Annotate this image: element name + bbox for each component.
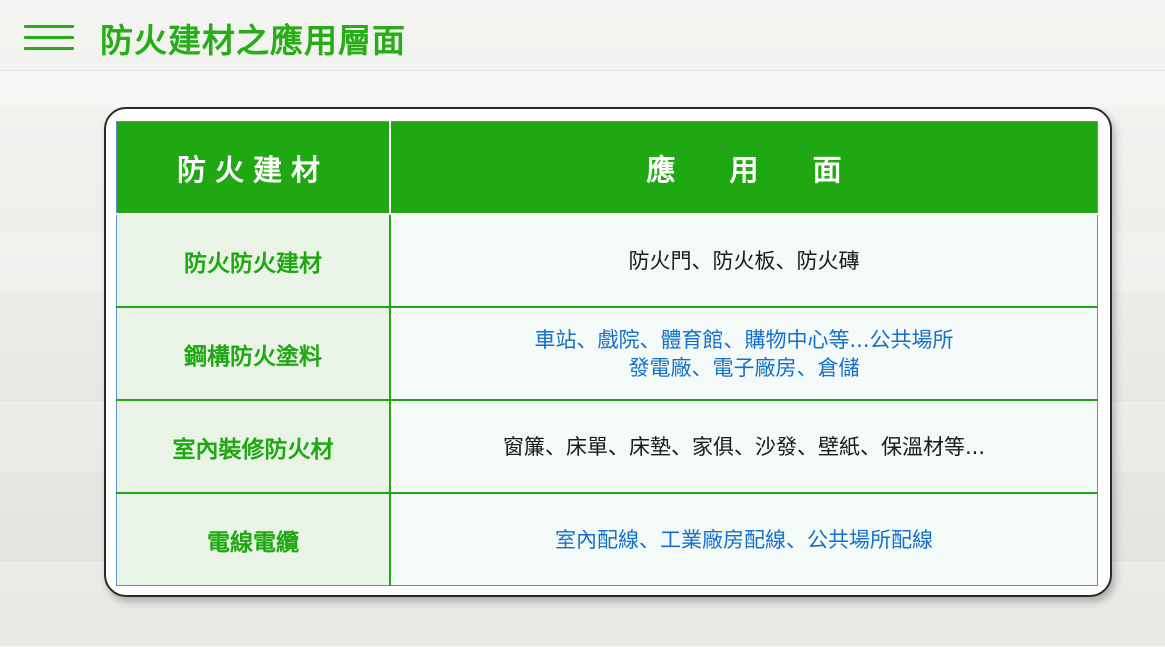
- table-row: 防火防火建材 防火門、防火板、防火磚: [116, 213, 1098, 307]
- application-line: 發電廠、電子廠房、倉儲: [628, 355, 860, 380]
- background-plank: [0, 70, 1165, 107]
- column-header-application-char: 用: [729, 152, 759, 187]
- column-header-material: 防火建材: [116, 121, 391, 214]
- application-line: 車站、戲院、體育館、購物中心等...公共場所: [534, 327, 954, 352]
- application-line: 室內配線、工業廠房配線、公共場所配線: [555, 527, 933, 552]
- application-line: 防火門、防火板、防火磚: [628, 248, 860, 273]
- material-cell: 防火防火建材: [116, 213, 391, 307]
- table-row: 電線電纜 室內配線、工業廠房配線、公共場所配線: [116, 492, 1098, 586]
- hamburger-menu-icon[interactable]: [24, 25, 74, 53]
- page-title: 防火建材之應用層面: [100, 21, 406, 60]
- column-header-application-char: 應: [646, 152, 676, 187]
- application-cell: 車站、戲院、體育館、購物中心等...公共場所 發電廠、電子廠房、倉儲: [390, 306, 1098, 400]
- column-header-application-char: 面: [812, 152, 842, 187]
- material-cell: 鋼構防火塗料: [116, 306, 391, 400]
- column-header-application: 應 用 面: [390, 121, 1098, 214]
- application-cell: 窗簾、床單、床墊、家俱、沙發、壁紙、保溫材等...: [390, 399, 1098, 493]
- table-row: 室內裝修防火材 窗簾、床單、床墊、家俱、沙發、壁紙、保溫材等...: [116, 399, 1098, 493]
- application-cell: 防火門、防火板、防火磚: [390, 213, 1098, 307]
- material-cell: 電線電纜: [116, 492, 391, 586]
- application-line: 窗簾、床單、床墊、家俱、沙發、壁紙、保溫材等...: [502, 434, 986, 459]
- material-cell: 室內裝修防火材: [116, 399, 391, 493]
- table-header-row: 防火建材 應 用 面: [116, 121, 1098, 214]
- fire-material-application-table: 防火建材 應 用 面 防火防火建材 防火門、防火板、防火磚 鋼構防火塗料 車站、…: [116, 121, 1098, 586]
- table-row: 鋼構防火塗料 車站、戲院、體育館、購物中心等...公共場所 發電廠、電子廠房、倉…: [116, 306, 1098, 400]
- application-cell: 室內配線、工業廠房配線、公共場所配線: [390, 492, 1098, 586]
